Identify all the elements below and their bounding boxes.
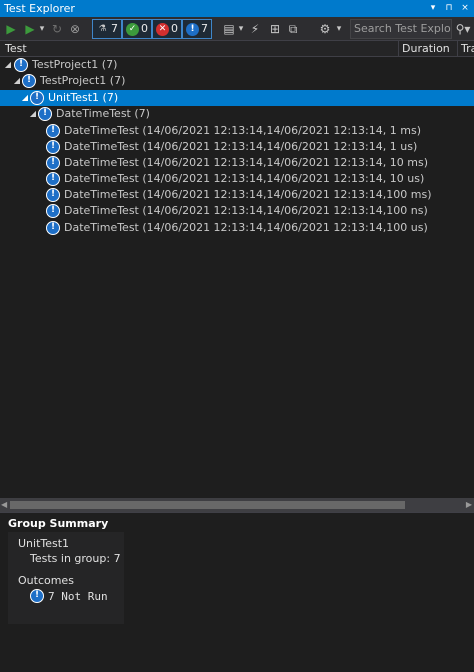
scroll-right-icon[interactable]: ▶ (466, 500, 472, 509)
error-icon: ✕ (156, 23, 169, 36)
search-icon[interactable]: ⚲▾ (452, 19, 474, 39)
filter-passed-button[interactable]: ✓ 0 (122, 19, 152, 39)
search-input[interactable]: Search Test Explorer (C (350, 19, 452, 39)
not-run-icon: ! (46, 188, 60, 202)
scrollbar-thumb[interactable] (10, 501, 405, 509)
group-summary-title: Group Summary (8, 517, 109, 530)
tree-node-project[interactable]: ◢ ! TestProject1 (7) (0, 57, 474, 73)
tree-node-method[interactable]: ◢ ! DateTimeTest (7) (0, 106, 474, 122)
tree-node-label: TestProject1 (7) (32, 58, 118, 71)
not-run-icon: ! (22, 74, 36, 88)
expanded-arrow-icon[interactable]: ◢ (13, 75, 21, 87)
expanded-arrow-icon[interactable]: ◢ (4, 59, 12, 71)
not-run-icon: ! (46, 124, 60, 138)
info-icon: ! (186, 23, 199, 36)
not-run-icon: ! (30, 91, 44, 105)
tree-node-test-case[interactable]: ! DateTimeTest (14/06/2021 12:13:14,14/0… (0, 203, 474, 219)
tree-node-test-case[interactable]: ! DateTimeTest (14/06/2021 12:13:14,14/0… (0, 187, 474, 203)
filter-passed-count: 0 (141, 22, 148, 35)
expanded-arrow-icon[interactable]: ◢ (21, 92, 29, 104)
summary-not-run[interactable]: 7 Not Run (48, 590, 108, 603)
filter-total-button[interactable]: ⚗ 7 (92, 19, 122, 39)
check-icon: ✓ (126, 23, 139, 36)
close-icon[interactable]: × (458, 1, 472, 15)
tree-node-test-case[interactable]: ! DateTimeTest (14/06/2021 12:13:14,14/0… (0, 155, 474, 171)
chevron-down-icon[interactable]: ▾ (38, 21, 46, 37)
column-traits[interactable]: Tra (461, 42, 474, 55)
horizontal-scrollbar[interactable]: ◀ ▶ (0, 498, 474, 512)
summary-outcomes-label: Outcomes (18, 574, 74, 587)
run-icon[interactable]: ▶ (24, 21, 36, 37)
column-divider[interactable] (457, 41, 458, 57)
collapse-all-icon[interactable]: ⧉ (286, 21, 300, 37)
tree-node-label: DateTimeTest (14/06/2021 12:13:14,14/06/… (64, 188, 432, 201)
title-bar: Test Explorer ▾ ⊓ × (0, 0, 474, 17)
expanded-arrow-icon[interactable]: ◢ (29, 108, 37, 120)
scroll-left-icon[interactable]: ◀ (1, 500, 7, 509)
summary-group-name: UnitTest1 (18, 537, 70, 550)
tree-node-label: DateTimeTest (14/06/2021 12:13:14,14/06/… (64, 204, 428, 217)
not-run-icon: ! (46, 140, 60, 154)
summary-tests-in-group: Tests in group: 7 (30, 552, 121, 565)
column-test[interactable]: Test (5, 42, 27, 55)
cancel-icon[interactable]: ⊗ (68, 21, 82, 37)
not-run-icon: ! (46, 221, 60, 235)
column-divider[interactable] (398, 41, 399, 57)
tree-node-label: DateTimeTest (14/06/2021 12:13:14,14/06/… (64, 124, 421, 137)
not-run-icon: ! (30, 589, 44, 603)
flask-icon: ⚗ (98, 24, 107, 34)
filter-not-run-button[interactable]: ! 7 (182, 19, 212, 39)
tree-node-namespace[interactable]: ◢ ! TestProject1 (7) (0, 73, 474, 89)
tree-node-test-case[interactable]: ! DateTimeTest (14/06/2021 12:13:14,14/0… (0, 220, 474, 236)
filter-failed-count: 0 (171, 22, 178, 35)
not-run-icon: ! (46, 204, 60, 218)
group-summary-card: UnitTest1 Tests in group: 7 Outcomes ! 7… (8, 532, 124, 624)
run-all-tests-icon[interactable]: ▶ (4, 21, 18, 37)
filter-failed-button[interactable]: ✕ 0 (152, 19, 182, 39)
tree-node-label: DateTimeTest (14/06/2021 12:13:14,14/06/… (64, 221, 428, 234)
repeat-last-run-icon[interactable]: ↻ (50, 21, 64, 37)
chevron-down-icon[interactable]: ▾ (335, 21, 343, 37)
tree-node-test-case[interactable]: ! DateTimeTest (14/06/2021 12:13:14,14/0… (0, 123, 474, 139)
filter-total-count: 7 (111, 22, 118, 35)
not-run-icon: ! (46, 156, 60, 170)
pin-icon[interactable]: ⊓ (442, 1, 456, 15)
gear-icon[interactable]: ⚙ (318, 21, 332, 37)
filter-not-run-count: 7 (201, 22, 208, 35)
not-run-icon: ! (14, 58, 28, 72)
tree-node-label: DateTimeTest (14/06/2021 12:13:14,14/06/… (64, 140, 418, 153)
tree-node-label: DateTimeTest (7) (56, 107, 150, 120)
column-header: Test Duration Tra (0, 41, 474, 57)
tree-node-label: TestProject1 (7) (40, 74, 126, 87)
dropdown-icon[interactable]: ▾ (426, 1, 440, 15)
tree-node-label: DateTimeTest (14/06/2021 12:13:14,14/06/… (64, 156, 428, 169)
column-duration[interactable]: Duration (402, 42, 450, 55)
not-run-icon: ! (46, 172, 60, 186)
pane-divider[interactable] (0, 512, 474, 513)
group-by-icon[interactable]: ⊞ (268, 21, 282, 37)
playlist-icon[interactable]: ▤ (222, 21, 236, 37)
chevron-down-icon[interactable]: ▾ (237, 21, 245, 37)
toolbar: ▶ ▶ ▾ ↻ ⊗ ⚗ 7 ✓ 0 ✕ 0 ! 7 ▤ ▾ ⚡ ⊞ ⧉ ⚙ ▾ … (0, 17, 474, 41)
tree-node-label: DateTimeTest (14/06/2021 12:13:14,14/06/… (64, 172, 425, 185)
tree-node-test-case[interactable]: ! DateTimeTest (14/06/2021 12:13:14,14/0… (0, 139, 474, 155)
tree-node-test-case[interactable]: ! DateTimeTest (14/06/2021 12:13:14,14/0… (0, 171, 474, 187)
tree-node-class[interactable]: ◢ ! UnitTest1 (7) (0, 90, 474, 106)
not-run-icon: ! (38, 107, 52, 121)
tree-node-label: UnitTest1 (7) (48, 91, 119, 104)
window-title: Test Explorer (4, 2, 75, 15)
live-unit-testing-icon[interactable]: ⚡ (248, 21, 262, 37)
